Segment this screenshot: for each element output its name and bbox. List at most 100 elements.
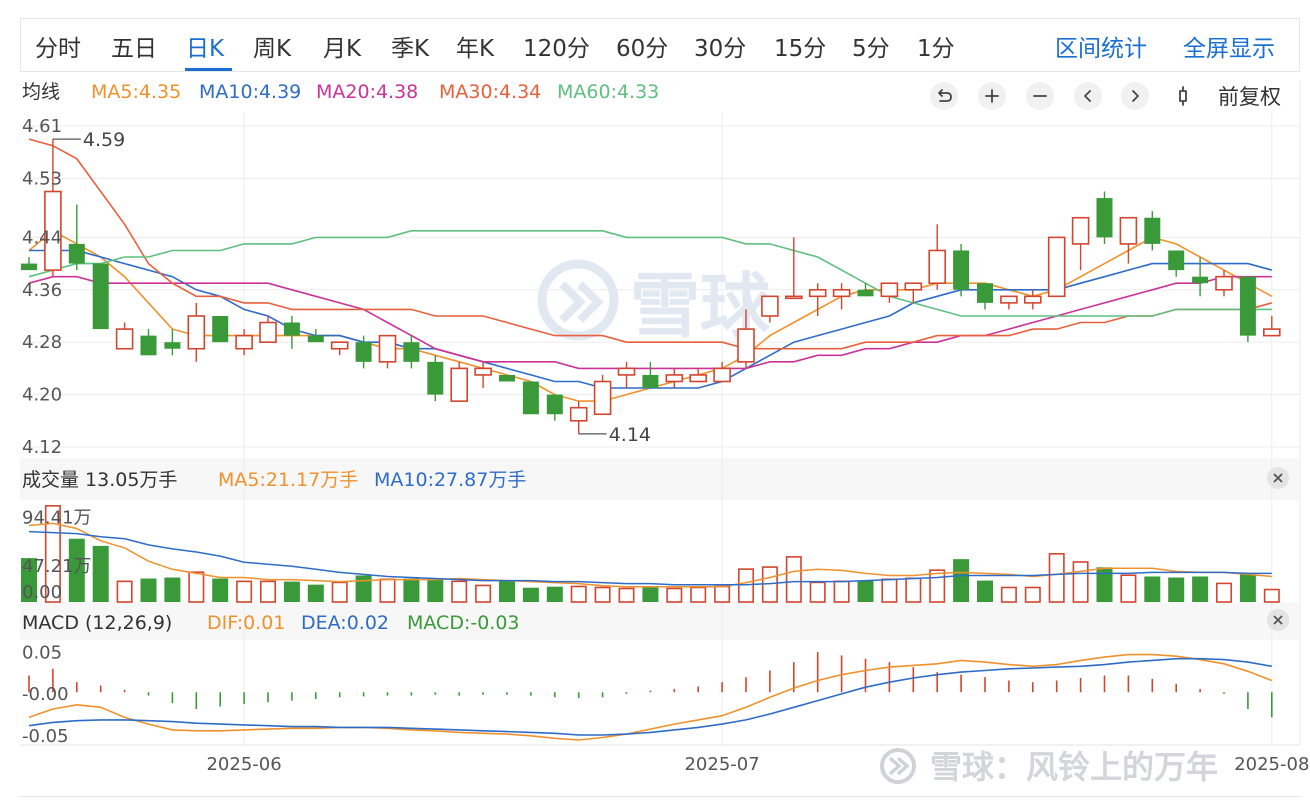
candle-body [904, 282, 923, 291]
candle[interactable] [1000, 295, 1018, 310]
candle-body [1168, 250, 1185, 271]
candle[interactable] [1024, 289, 1042, 310]
volume-legend-title: 成交量 13.05万手 [22, 469, 177, 491]
candle[interactable] [499, 374, 515, 382]
ma-legend-item: MA20:4.38 [316, 81, 418, 103]
volume-bar [92, 545, 109, 602]
candle[interactable] [283, 315, 300, 349]
candle-button[interactable] [1179, 86, 1187, 106]
candle[interactable] [44, 139, 62, 277]
candle[interactable] [1263, 315, 1281, 337]
candle[interactable] [403, 335, 420, 369]
candle[interactable] [1144, 211, 1161, 251]
candle[interactable] [953, 243, 970, 297]
candle[interactable] [1096, 191, 1113, 244]
candle-body [307, 335, 324, 343]
candle-body [1215, 275, 1233, 291]
candle[interactable] [1168, 250, 1185, 277]
candle[interactable] [904, 282, 923, 303]
candle[interactable] [330, 341, 349, 356]
candle-body [259, 321, 277, 343]
candle-body [642, 374, 659, 389]
macd-close-icon[interactable] [1267, 609, 1289, 631]
ma-legend-title: 均线 [22, 81, 60, 103]
macd-axis-label: -0.05 [22, 726, 69, 747]
candle[interactable] [617, 361, 636, 389]
toolbar-button-bg[interactable] [930, 82, 958, 110]
volume-bar [1239, 574, 1256, 602]
candle[interactable] [378, 334, 397, 369]
volume-bar [594, 586, 611, 603]
toolbar-button-bg[interactable] [1121, 82, 1149, 110]
candle-body [569, 406, 588, 422]
volume-bar [929, 569, 946, 603]
candle-body [164, 342, 181, 349]
candle-body [784, 295, 803, 300]
candle[interactable] [427, 355, 444, 402]
volume-bar [427, 578, 444, 602]
volume-bar [1024, 586, 1041, 603]
candle-body [115, 328, 134, 350]
candle[interactable] [808, 283, 827, 316]
candle-body [1192, 276, 1209, 284]
candle[interactable] [235, 329, 253, 356]
volume-close-icon[interactable] [1267, 467, 1289, 489]
chevron-right-button[interactable] [1121, 82, 1149, 110]
price-axis-label: 4.36 [22, 280, 62, 301]
candle[interactable] [21, 257, 37, 271]
macd-line-dea [28, 657, 1272, 736]
candle[interactable] [642, 361, 659, 389]
adjust-mode-button[interactable]: 前复权 [1218, 85, 1281, 109]
candle[interactable] [593, 374, 612, 416]
candle[interactable] [92, 263, 109, 330]
volume-bar [1120, 574, 1137, 603]
kline-chart[interactable]: 雪球 4.61 4.53 4.44 4.36 4.28 4.20 4.12 4.59 4.14 9… [0, 0, 1310, 796]
candle[interactable] [1119, 216, 1138, 264]
volume-axis-label: 47.21万 [22, 556, 92, 577]
zoom-in-button[interactable] [978, 82, 1006, 110]
candle[interactable] [569, 401, 588, 434]
candle[interactable] [689, 368, 708, 383]
candle[interactable] [1239, 276, 1256, 343]
volume-bar [164, 577, 181, 602]
candle[interactable] [187, 302, 206, 362]
price-axis-label: 4.12 [22, 437, 62, 458]
candle[interactable] [522, 381, 539, 415]
candle[interactable] [857, 283, 874, 297]
price-axis-label: 4.61 [22, 116, 62, 137]
candle[interactable] [880, 282, 899, 303]
extreme-value-label: 4.59 [83, 129, 125, 151]
grid [20, 80, 1301, 746]
candle[interactable] [546, 394, 563, 421]
ma-legend-item: MA30:4.34 [439, 81, 541, 103]
candle-body [1239, 276, 1256, 336]
candle[interactable] [928, 224, 947, 290]
xueqiu-watermark: 雪球 [537, 259, 771, 347]
candle-body [235, 334, 253, 350]
candle[interactable] [1071, 216, 1090, 271]
toolbar-button-bg[interactable] [1074, 82, 1102, 110]
candle-body [665, 374, 684, 383]
candle[interactable] [474, 361, 492, 389]
volume-bar [259, 580, 276, 603]
volume-bar [546, 586, 563, 602]
candle[interactable] [665, 368, 684, 389]
undo-button[interactable] [930, 82, 958, 110]
volume-bar [212, 578, 229, 602]
chevron-left-button[interactable] [1074, 82, 1102, 110]
macd-line-dif [28, 653, 1273, 741]
zoom-out-button[interactable] [1026, 82, 1054, 110]
candle[interactable] [450, 361, 469, 402]
volume-bar [116, 580, 133, 603]
candle[interactable] [977, 283, 993, 310]
candle[interactable] [307, 329, 324, 343]
candle[interactable] [1047, 236, 1066, 298]
candle[interactable] [832, 283, 851, 310]
volume-bar [1263, 588, 1280, 603]
candle[interactable] [140, 329, 157, 356]
candle[interactable] [784, 237, 803, 300]
candle[interactable] [212, 315, 229, 343]
macd-legend-title: MACD (12,26,9) [22, 612, 172, 634]
volume-bar [307, 584, 324, 602]
candle[interactable] [115, 322, 134, 350]
